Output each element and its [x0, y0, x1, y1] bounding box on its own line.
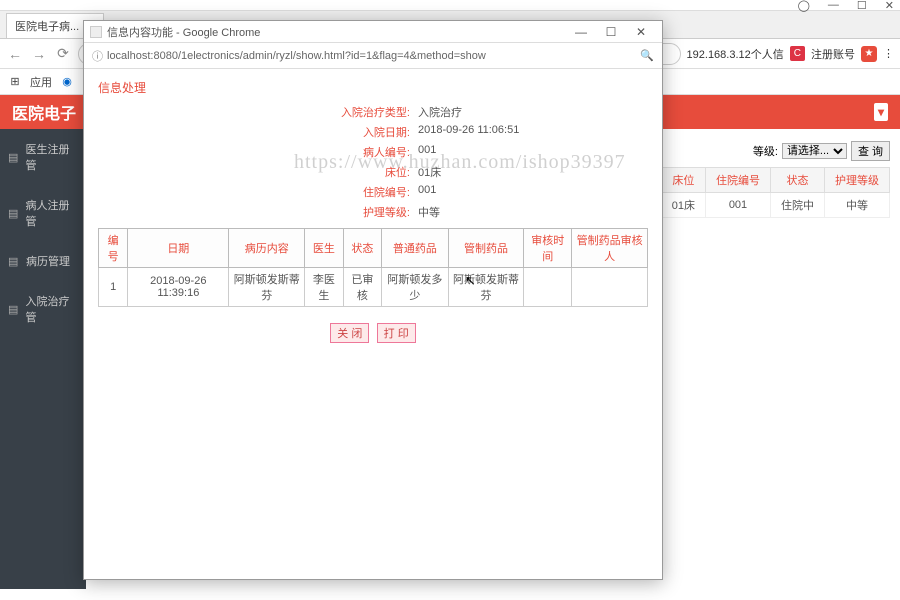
- field-value: 01床: [418, 164, 441, 180]
- field-value: 001: [418, 144, 436, 160]
- main-table: 床位 住院编号 状态 护理等级 01床 001 住院中 中等: [661, 167, 890, 218]
- apps-icon[interactable]: ⊞: [8, 75, 22, 89]
- back-icon[interactable]: ←: [6, 45, 24, 63]
- query-button[interactable]: 查 询: [851, 141, 890, 161]
- forward-icon[interactable]: →: [30, 45, 48, 63]
- rth-4: 状态: [343, 229, 382, 268]
- doc-icon: ▤: [8, 255, 20, 268]
- button-row: 关 闭 打 印: [98, 323, 648, 343]
- field-label: 病人编号:: [98, 144, 418, 160]
- sidebar-item-label: 入院治疗管: [25, 293, 78, 325]
- th-admno: 住院编号: [706, 168, 771, 193]
- info-icon[interactable]: ⓘ: [92, 48, 103, 64]
- field-label: 住院编号:: [98, 184, 418, 200]
- register-label[interactable]: 注册账号: [811, 46, 855, 62]
- apps-label[interactable]: 应用: [30, 74, 52, 90]
- rth-8: 管制药品审核人: [572, 229, 648, 268]
- main-window-titlebar: ◯ — ☐ ✕: [0, 0, 900, 11]
- doc-icon: ▤: [8, 303, 19, 316]
- field-label: 入院日期:: [98, 124, 418, 140]
- menu-icon[interactable]: ⋮: [883, 47, 894, 60]
- sidebar: ▤ 医生注册管 ▤ 病人注册管 ▤ 病历管理 ▤ 入院治疗管: [0, 129, 86, 589]
- avatar-icon[interactable]: ◯: [798, 0, 810, 12]
- sidebar-item-label: 病历管理: [26, 253, 70, 269]
- rth-2: 病历内容: [229, 229, 305, 268]
- register-badge[interactable]: C: [790, 46, 805, 61]
- field-value: 001: [418, 184, 436, 200]
- addr-text: 192.168.3.12个人信: [687, 46, 784, 62]
- popup-titlebar: 信息内容功能 - Google Chrome — ☐ ✕: [84, 21, 662, 43]
- rth-0: 编号: [99, 229, 128, 268]
- print-button[interactable]: 打 印: [377, 323, 416, 343]
- record-table: 编号 日期 病历内容 医生 状态 普通药品 管制药品 审核时间 管制药品审核人 …: [98, 228, 648, 307]
- page-icon: [90, 26, 102, 38]
- close-icon[interactable]: ✕: [885, 0, 894, 12]
- rth-1: 日期: [128, 229, 229, 268]
- shield-icon[interactable]: ◉: [60, 75, 74, 89]
- star-icon[interactable]: ★: [861, 46, 877, 62]
- th-bed: 床位: [661, 168, 705, 193]
- popup-title: 信息内容功能 - Google Chrome: [107, 24, 566, 40]
- sidebar-item-patient[interactable]: ▤ 病人注册管: [0, 185, 86, 241]
- field-value: 中等: [418, 204, 440, 220]
- field-value: 2018-09-26 11:06:51: [418, 124, 519, 140]
- info-title: 信息处理: [98, 79, 648, 96]
- app-title: 医院电子: [12, 100, 76, 124]
- popup-address-bar: ⓘ localhost:8080/1electronics/admin/ryzl…: [84, 43, 662, 69]
- th-level: 护理等级: [825, 168, 890, 193]
- field-value: 入院治疗: [418, 104, 462, 120]
- sidebar-item-label: 医生注册管: [25, 141, 78, 173]
- maximize-icon[interactable]: ☐: [857, 0, 867, 12]
- popup-close-icon[interactable]: ✕: [626, 25, 656, 39]
- sidebar-item-label: 病人注册管: [25, 197, 78, 229]
- popup-window: 信息内容功能 - Google Chrome — ☐ ✕ ⓘ localhost…: [83, 20, 663, 580]
- popup-maximize-icon[interactable]: ☐: [596, 25, 626, 39]
- user-menu-icon[interactable]: ▾: [874, 103, 888, 121]
- filter-label: 等级:: [753, 143, 778, 159]
- popup-url[interactable]: localhost:8080/1electronics/admin/ryzl/s…: [107, 50, 636, 62]
- field-label: 入院治疗类型:: [98, 104, 418, 120]
- th-status: 状态: [771, 168, 825, 193]
- filter-select[interactable]: 请选择...: [782, 143, 847, 159]
- popup-body: 信息处理 入院治疗类型:入院治疗 入院日期:2018-09-26 11:06:5…: [84, 69, 662, 353]
- doc-icon: ▤: [8, 151, 19, 164]
- sidebar-item-doctor[interactable]: ▤ 医生注册管: [0, 129, 86, 185]
- rth-3: 医生: [305, 229, 344, 268]
- close-button[interactable]: 关 闭: [330, 323, 369, 343]
- rth-7: 审核时间: [524, 229, 572, 268]
- sidebar-item-records[interactable]: ▤ 病历管理: [0, 241, 86, 281]
- search-icon[interactable]: 🔍: [640, 49, 654, 62]
- reload-icon[interactable]: ⟳: [54, 45, 72, 63]
- rth-6: 管制药品: [448, 229, 524, 268]
- table-row[interactable]: 01床 001 住院中 中等: [661, 193, 889, 218]
- doc-icon: ▤: [8, 207, 19, 220]
- popup-minimize-icon[interactable]: —: [566, 25, 596, 39]
- minimize-icon[interactable]: —: [828, 0, 839, 11]
- rth-5: 普通药品: [382, 229, 448, 268]
- filter-bar: 等级: 请选择... 查 询: [753, 141, 890, 161]
- sidebar-item-admission[interactable]: ▤ 入院治疗管: [0, 281, 86, 337]
- field-label: 床位:: [98, 164, 418, 180]
- record-row[interactable]: 1 2018-09-26 11:39:16 阿斯顿发斯蒂芬 李医生 已审核 阿斯…: [99, 268, 648, 307]
- field-label: 护理等级:: [98, 204, 418, 220]
